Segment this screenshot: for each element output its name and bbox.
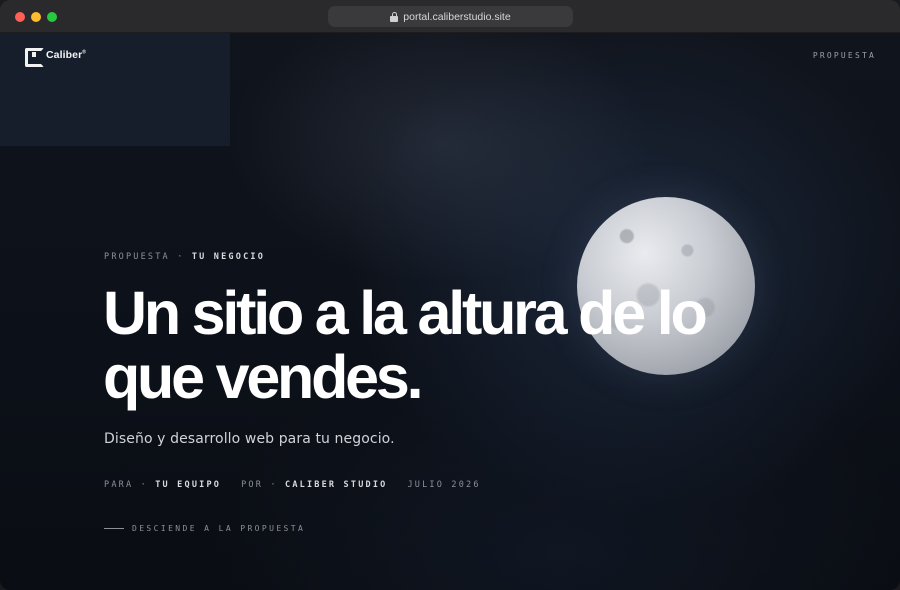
- hero-headline: Un sitio a la altura de lo que vendes.: [103, 279, 708, 411]
- browser-titlebar: portal.caliberstudio.site: [0, 0, 900, 33]
- nav-link-propuesta[interactable]: PROPUESTA: [813, 51, 876, 60]
- eyebrow-prefix: PROPUESTA: [104, 252, 170, 262]
- meta-for: PARA · TU EQUIPO: [104, 480, 222, 490]
- scroll-line-icon: [104, 528, 124, 529]
- meta-date: JULIO 2026: [407, 480, 481, 490]
- minimize-window-button[interactable]: [31, 12, 41, 22]
- hero-subhead: Diseño y desarrollo web para tu negocio.: [104, 431, 395, 447]
- eyebrow-highlight: TU NEGOCIO: [191, 252, 266, 262]
- address-bar[interactable]: portal.caliberstudio.site: [328, 6, 573, 27]
- brand-logo-link[interactable]: Caliber®: [25, 48, 87, 67]
- zoom-window-button[interactable]: [47, 12, 57, 22]
- meta-by: POR · CALIBER STUDIO: [241, 480, 388, 490]
- address-bar-url: portal.caliberstudio.site: [403, 10, 511, 23]
- brand-name: Caliber®: [46, 48, 87, 61]
- caliber-logo-icon: [25, 48, 44, 67]
- scroll-to-proposal-link[interactable]: DESCIENDE A LA PROPUESTA: [104, 524, 305, 533]
- browser-window: portal.caliberstudio.site Caliber® PROPU…: [0, 0, 900, 590]
- scroll-cue-label: DESCIENDE A LA PROPUESTA: [132, 524, 306, 533]
- eyebrow-separator: ·: [177, 252, 185, 262]
- proposal-meta: PARA · TU EQUIPO POR · CALIBER STUDIO JU…: [104, 480, 481, 490]
- lock-icon: [390, 11, 399, 22]
- landing-page: Caliber® PROPUESTA PROPUESTA · TU NEGOCI…: [0, 33, 900, 590]
- hero-eyebrow: PROPUESTA · TU NEGOCIO: [104, 252, 265, 262]
- close-window-button[interactable]: [15, 12, 25, 22]
